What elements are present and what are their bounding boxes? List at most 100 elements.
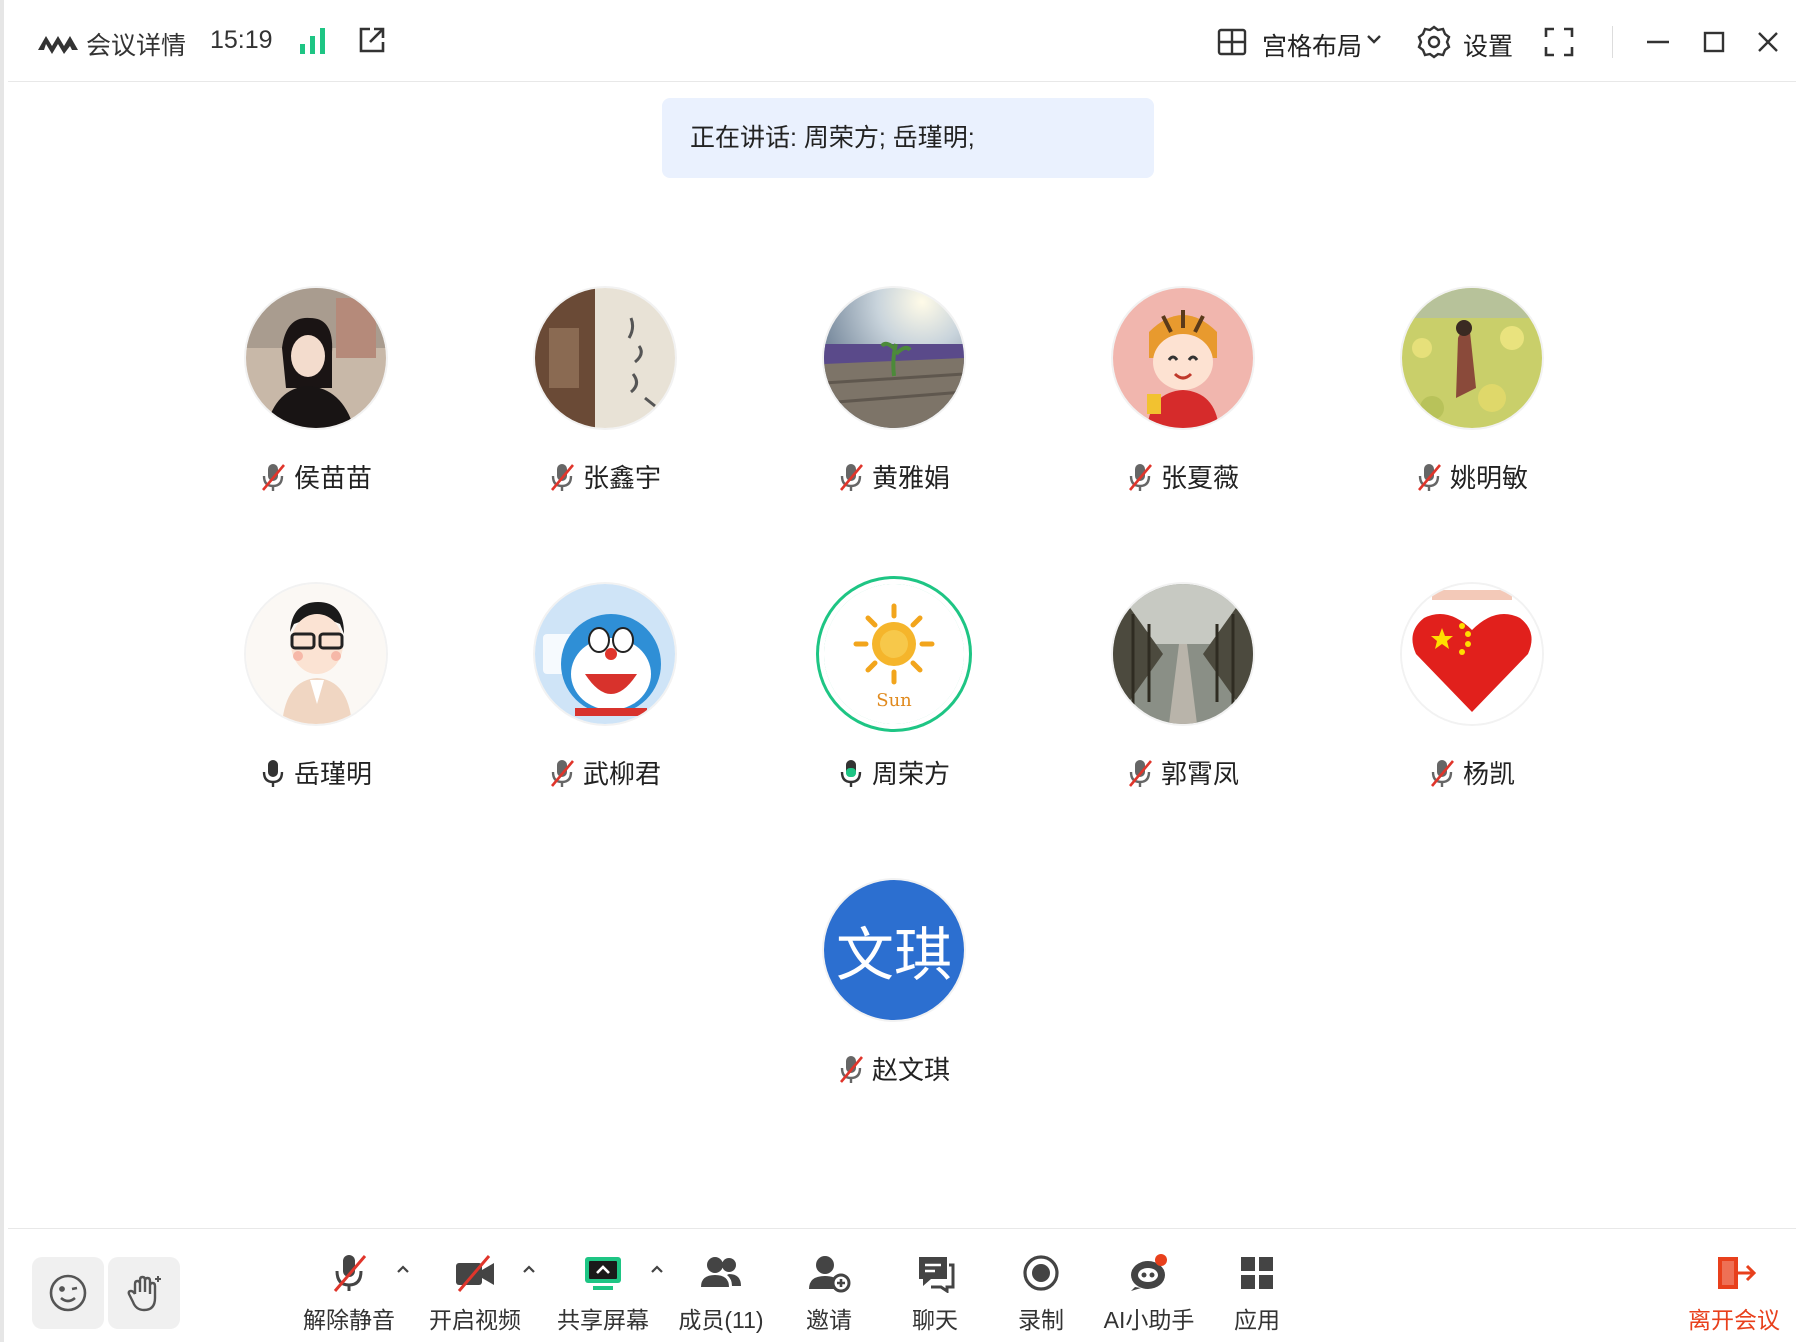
chevron-up-icon[interactable] — [396, 1263, 410, 1275]
participant-name-text: 张鑫宇 — [582, 463, 661, 493]
layout-dropdown[interactable]: 宫格布局 — [1262, 27, 1362, 63]
grid-layout-icon[interactable] — [1216, 26, 1248, 58]
unmute-button[interactable]: 解除静音 — [294, 1249, 409, 1339]
gear-icon[interactable] — [1416, 24, 1452, 60]
ai-assistant-label: AI小助手 — [1103, 1307, 1195, 1333]
members-button[interactable]: 成员(11) — [666, 1249, 776, 1339]
maximize-icon[interactable] — [1700, 28, 1728, 56]
share-screen-button[interactable]: 共享屏幕 — [548, 1249, 663, 1339]
participant-name: 黄雅娟 — [774, 458, 1014, 495]
avatar: 文琪 — [824, 880, 964, 1020]
avatar — [535, 288, 675, 428]
start-video-label: 开启视频 — [429, 1307, 521, 1333]
record-button[interactable]: 录制 — [986, 1249, 1096, 1339]
members-icon — [701, 1257, 741, 1287]
hand-icon — [127, 1275, 161, 1312]
exit-icon — [1718, 1257, 1756, 1289]
raise-hand-button[interactable] — [108, 1257, 180, 1329]
participant-tile[interactable]: 郭霄凤 — [1063, 584, 1303, 834]
participant-name-text: 姚明敏 — [1449, 463, 1528, 493]
participant-tile[interactable]: 黄雅娟 — [774, 288, 1014, 538]
mic-muted-icon — [261, 463, 285, 491]
title-bar: 会议详情 15:19 宫格布局 设置 — [8, 0, 1796, 82]
participant-name: 姚明敏 — [1352, 458, 1592, 495]
chat-label: 聊天 — [912, 1307, 958, 1333]
start-video-button[interactable]: 开启视频 — [420, 1249, 535, 1339]
add-user-icon — [809, 1256, 851, 1293]
avatar-sun-text: Sun — [876, 690, 912, 711]
participant-name: 侯苗苗 — [196, 458, 436, 495]
apps-button[interactable]: 应用 — [1202, 1249, 1312, 1339]
ai-assistant-button[interactable]: AI小助手 — [1094, 1249, 1204, 1339]
avatar-initials: 文琪 — [824, 880, 964, 1020]
chat-icon — [919, 1257, 955, 1293]
camera-off-icon — [456, 1255, 494, 1292]
avatar — [1113, 584, 1253, 724]
participant-name: 张鑫宇 — [485, 458, 725, 495]
leave-meeting-label: 离开会议 — [1688, 1307, 1780, 1333]
participant-tile[interactable]: 张夏薇 — [1063, 288, 1303, 538]
participant-tile[interactable]: 杨凯 — [1352, 584, 1592, 834]
robot-icon — [1131, 1254, 1167, 1291]
mic-muted-icon — [550, 759, 574, 787]
close-icon[interactable] — [1754, 28, 1782, 56]
chevron-down-icon[interactable] — [1366, 32, 1382, 46]
participant-name: 杨凯 — [1352, 754, 1592, 791]
participant-name-text: 黄雅娟 — [871, 463, 950, 493]
avatar — [1113, 288, 1253, 428]
signal-icon[interactable] — [298, 26, 328, 54]
avatar — [246, 288, 386, 428]
participant-name: 武柳君 — [485, 754, 725, 791]
mic-muted-icon — [550, 463, 574, 491]
minimize-icon[interactable] — [1644, 28, 1672, 56]
fullscreen-icon[interactable] — [1543, 26, 1575, 58]
participant-tile[interactable]: 武柳君 — [485, 584, 725, 834]
mic-muted-icon — [1128, 463, 1152, 491]
mic-muted-icon — [1417, 463, 1441, 491]
avatar — [1402, 584, 1542, 724]
mic-muted-icon — [333, 1255, 367, 1292]
apps-icon — [1241, 1257, 1273, 1289]
smiley-icon — [49, 1274, 87, 1312]
participant-tile[interactable]: 文琪 赵文琪 — [774, 880, 1014, 1130]
leave-meeting-button[interactable]: 离开会议 — [1672, 1249, 1796, 1339]
participant-tile[interactable]: 姚明敏 — [1352, 288, 1592, 538]
participant-name: 岳瑾明 — [196, 754, 436, 791]
mic-muted-icon — [1128, 759, 1152, 787]
avatar: Sun — [824, 584, 964, 724]
participant-tile[interactable]: Sun 周荣方 — [774, 584, 1014, 834]
chevron-up-icon[interactable] — [650, 1263, 664, 1275]
chat-button[interactable]: 聊天 — [880, 1249, 990, 1339]
participant-tile[interactable]: 岳瑾明 — [196, 584, 436, 834]
participant-tile[interactable]: 侯苗苗 — [196, 288, 436, 538]
app-logo-icon — [38, 36, 78, 54]
chevron-up-icon[interactable] — [522, 1263, 536, 1275]
invite-button[interactable]: 邀请 — [774, 1249, 884, 1339]
avatar — [1402, 288, 1542, 428]
participant-name: 周荣方 — [774, 754, 1014, 791]
share-screen-label: 共享屏幕 — [557, 1307, 649, 1333]
participant-name-text: 周荣方 — [871, 759, 950, 789]
participant-name: 郭霄凤 — [1063, 754, 1303, 791]
unmute-label: 解除静音 — [303, 1307, 395, 1333]
participant-name-text: 侯苗苗 — [293, 463, 372, 493]
popout-icon[interactable] — [356, 24, 388, 56]
share-screen-icon — [585, 1257, 621, 1290]
avatar — [246, 584, 386, 724]
settings-button[interactable]: 设置 — [1463, 27, 1513, 63]
members-label: 成员(11) — [678, 1307, 764, 1333]
meeting-toolbar: 解除静音 开启视频 共享屏幕 成员(11) 邀请 聊天 录制 AI小助手 应用 … — [8, 1228, 1796, 1342]
participant-name-text: 赵文琪 — [871, 1055, 950, 1085]
avatar — [535, 584, 675, 724]
mic-muted-icon — [1430, 759, 1454, 787]
invite-label: 邀请 — [806, 1307, 852, 1333]
reaction-button[interactable] — [32, 1257, 104, 1329]
participant-name-text: 郭霄凤 — [1160, 759, 1239, 789]
avatar — [824, 288, 964, 428]
participant-name-text: 武柳君 — [582, 759, 661, 789]
apps-label: 应用 — [1234, 1307, 1280, 1333]
record-label: 录制 — [1018, 1307, 1064, 1333]
mic-muted-icon — [839, 463, 863, 491]
participant-tile[interactable]: 张鑫宇 — [485, 288, 725, 538]
meeting-details-link[interactable]: 会议详情 — [86, 26, 186, 62]
